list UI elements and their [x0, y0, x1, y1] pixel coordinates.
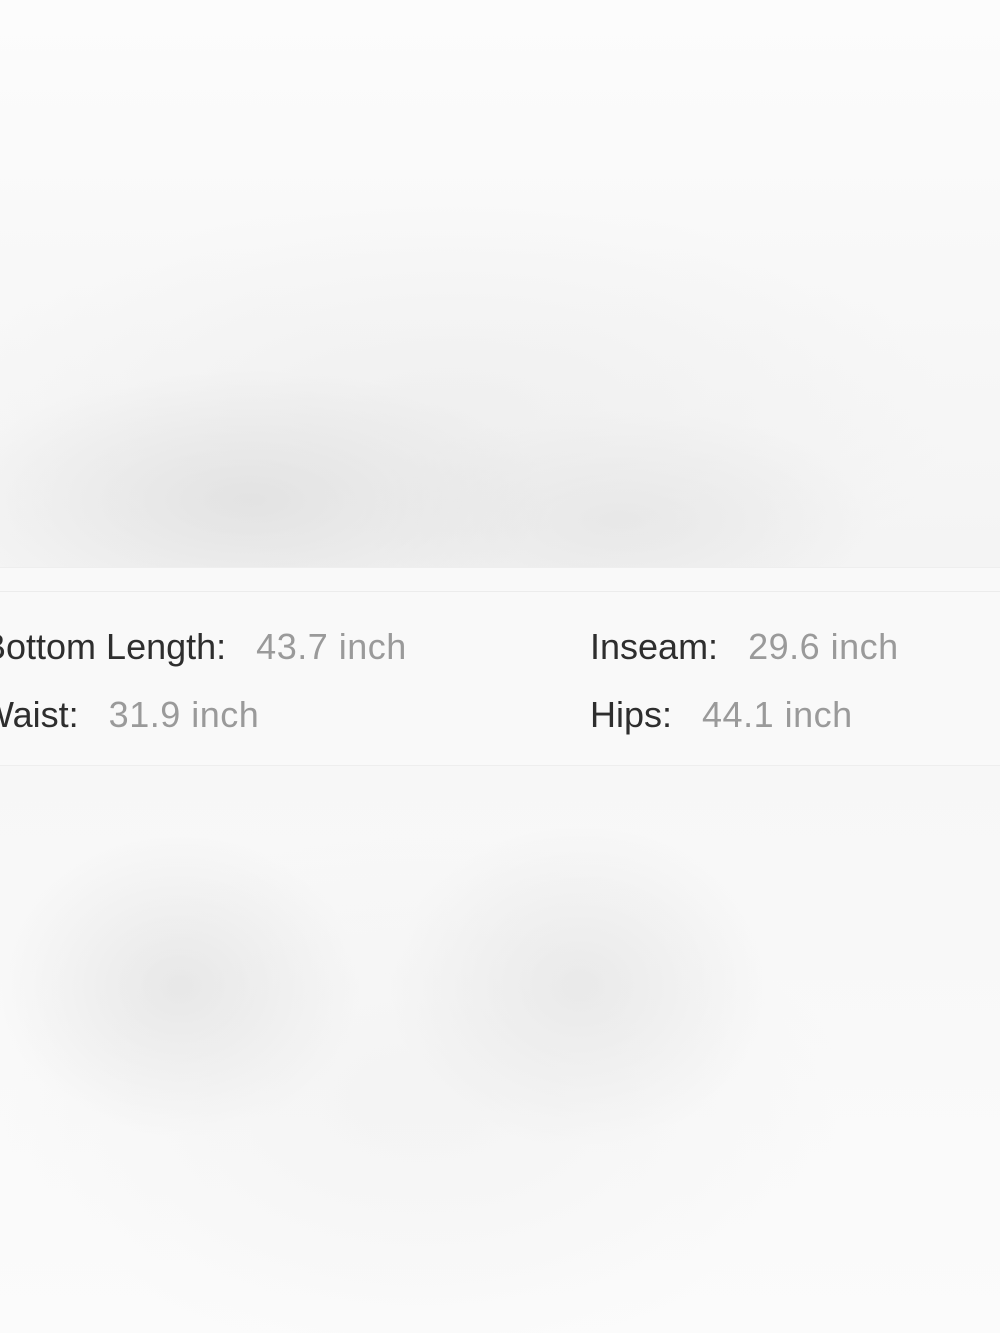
panel-divider — [0, 591, 1000, 592]
measurement-label: Bottom Length: — [0, 626, 227, 667]
measurement-value: 44.1 inch — [702, 694, 853, 735]
blurred-product-image-bottom — [0, 766, 1000, 1333]
measurement-value: 29.6 inch — [748, 626, 899, 667]
measurement-label: Hips: — [590, 694, 673, 735]
measurement-inseam: Inseam: 29.6 inch — [590, 625, 899, 669]
blurred-product-image-top — [0, 0, 1000, 567]
size-measurements-panel: Bottom Length: 43.7 inch Inseam: 29.6 inch… — [0, 567, 1000, 766]
measurement-value: 43.7 inch — [256, 626, 407, 667]
measurement-waist: Waist: 31.9 inch — [0, 693, 259, 737]
measurement-value: 31.9 inch — [108, 694, 260, 735]
measurement-label: Waist: — [0, 694, 79, 735]
measurement-bottom-length: Bottom Length: 43.7 inch — [0, 625, 407, 669]
measurement-hips: Hips: 44.1 inch — [590, 693, 853, 737]
measurement-label: Inseam: — [590, 626, 719, 667]
